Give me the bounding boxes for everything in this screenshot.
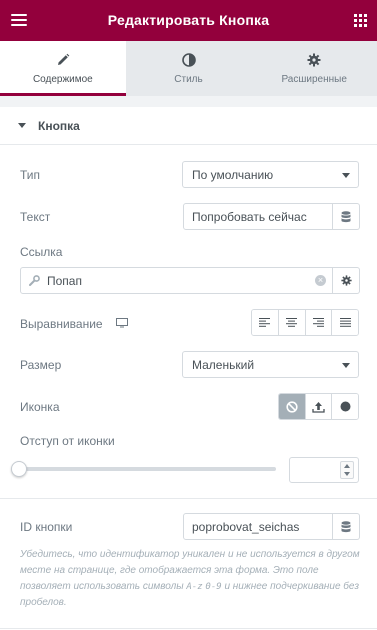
type-value: По умолчанию xyxy=(192,167,274,182)
spinner-down-icon[interactable] xyxy=(344,472,350,476)
align-justify-icon xyxy=(339,318,351,327)
link-settings-button[interactable] xyxy=(333,267,360,294)
database-icon xyxy=(341,210,351,222)
size-value: Маленький xyxy=(192,357,255,372)
spinner-up-icon[interactable] xyxy=(344,464,350,468)
dynamic-tags-button[interactable] xyxy=(333,203,360,230)
align-justify-button[interactable] xyxy=(332,310,358,335)
type-select[interactable]: По умолчанию xyxy=(182,161,359,188)
editor-header: Редактировать Кнопка xyxy=(0,0,377,41)
button-id-help-text: Убедитесь, что идентификатор уникален и … xyxy=(20,547,360,611)
tab-advanced[interactable]: Расширенные xyxy=(251,41,377,95)
gear-icon xyxy=(307,51,321,69)
icon-label: Иконка xyxy=(20,400,60,414)
type-label: Тип xyxy=(20,168,41,182)
icon-choice-control xyxy=(278,393,359,420)
gear-icon xyxy=(340,275,352,286)
align-right-icon xyxy=(312,318,324,327)
link-value: Попап xyxy=(47,273,82,288)
divider xyxy=(0,498,377,499)
align-left-icon xyxy=(259,318,271,327)
button-id-value: poprobovat_seichas xyxy=(192,519,300,534)
pencil-icon xyxy=(56,51,70,69)
icon-library-button[interactable] xyxy=(332,394,358,419)
text-value: Попробовать сейчас xyxy=(192,209,307,224)
ban-icon xyxy=(286,400,298,413)
button-id-dynamic-button[interactable] xyxy=(333,513,360,540)
panel-title: Редактировать Кнопка xyxy=(107,12,270,28)
tab-label: Расширенные xyxy=(281,74,347,85)
align-center-button[interactable] xyxy=(278,310,306,335)
grid-apps-icon[interactable] xyxy=(354,14,367,27)
align-left-button[interactable] xyxy=(252,310,279,335)
button-id-label: ID кнопки xyxy=(20,520,73,534)
link-input[interactable]: Попап × xyxy=(20,267,333,294)
text-label: Текст xyxy=(20,210,51,224)
text-input[interactable]: Попробовать сейчас xyxy=(183,203,333,230)
alignment-control xyxy=(251,309,359,336)
align-right-button[interactable] xyxy=(305,310,333,335)
icon-spacing-input[interactable] xyxy=(289,457,359,483)
align-center-icon xyxy=(286,318,298,327)
icon-spacing-label: Отступ от иконки xyxy=(20,434,115,448)
wrench-icon xyxy=(29,275,40,286)
circle-icon xyxy=(340,401,351,412)
size-label: Размер xyxy=(20,358,62,372)
chevron-down-icon xyxy=(342,173,350,178)
number-spinner[interactable] xyxy=(340,461,354,479)
align-label: Выравнивание xyxy=(20,317,103,331)
tab-content[interactable]: Содержимое xyxy=(0,41,126,96)
upload-icon xyxy=(312,401,325,413)
help-code-az: A-z xyxy=(186,582,203,592)
tab-label: Стиль xyxy=(174,74,203,85)
link-label: Ссылка xyxy=(20,245,63,259)
desktop-icon[interactable] xyxy=(116,318,128,328)
icon-upload-button[interactable] xyxy=(305,394,333,419)
section-header-button[interactable]: Кнопка xyxy=(0,107,377,145)
chevron-down-icon xyxy=(342,363,350,368)
tab-style[interactable]: Стиль xyxy=(125,41,252,95)
help-code-09: 0-9 xyxy=(205,582,222,592)
icon-spacing-slider-handle[interactable] xyxy=(11,461,27,477)
contrast-circle-icon xyxy=(181,51,196,69)
clear-x-icon[interactable]: × xyxy=(315,275,326,286)
caret-down-icon xyxy=(18,123,26,128)
section-title: Кнопка xyxy=(38,118,80,133)
panel-tabs: Содержимое Стиль Расширенные xyxy=(0,41,377,96)
icon-spacing-slider-track[interactable] xyxy=(20,467,276,471)
button-id-input[interactable]: poprobovat_seichas xyxy=(183,513,333,540)
divider xyxy=(0,628,377,629)
size-select[interactable]: Маленький xyxy=(182,351,359,378)
tab-label: Содержимое xyxy=(32,74,93,85)
database-icon xyxy=(341,520,351,532)
icon-none-button[interactable] xyxy=(279,394,306,419)
